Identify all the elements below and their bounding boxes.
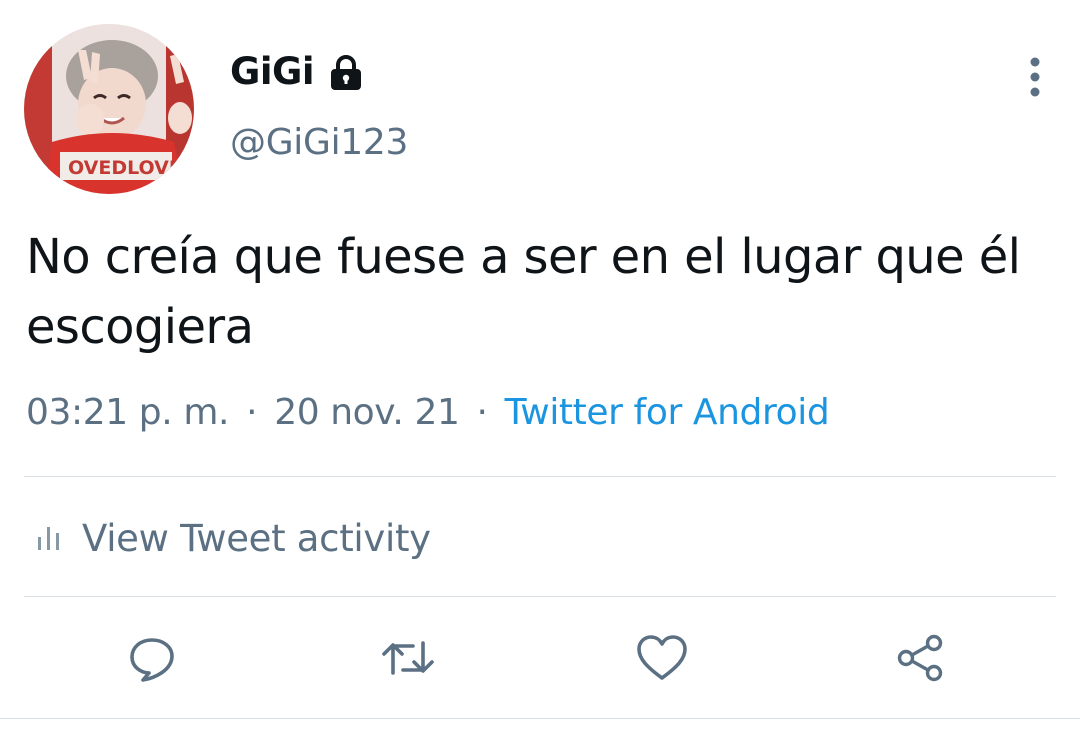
avatar-image: OVEDLOVE [24, 24, 194, 194]
retweet-icon [382, 641, 434, 675]
tweet-source-link[interactable]: Twitter for Android [505, 392, 830, 433]
bar-chart-icon [38, 527, 59, 550]
meta-separator: · [476, 392, 488, 433]
svg-text:OVEDLOVE: OVEDLOVE [68, 157, 182, 179]
view-tweet-activity-label: View Tweet activity [82, 516, 431, 560]
view-tweet-activity-button[interactable]: View Tweet activity [34, 512, 431, 564]
like-button[interactable] [632, 628, 692, 688]
username[interactable]: @GiGi123 [230, 122, 408, 163]
share-icon [897, 634, 943, 682]
reply-button[interactable] [122, 628, 182, 688]
display-name-text: GiGi [230, 50, 315, 93]
meta-separator: · [246, 392, 258, 433]
share-button[interactable] [890, 628, 950, 688]
retweet-button[interactable] [378, 628, 438, 688]
divider [24, 476, 1056, 477]
tweet-meta: 03:21 p. m. · 20 nov. 21 · Twitter for A… [26, 392, 830, 433]
divider [0, 718, 1080, 719]
more-vertical-icon [1030, 57, 1040, 97]
lock-icon [328, 54, 364, 92]
divider [24, 596, 1056, 597]
tweet-time[interactable]: 03:21 p. m. [26, 392, 229, 433]
avatar[interactable]: OVEDLOVE [24, 24, 194, 194]
tweet-detail: OVEDLOVE GiGi @GiGi123 No creía que fues… [0, 0, 1080, 734]
heart-icon [637, 635, 687, 680]
tweet-date[interactable]: 20 nov. 21 [274, 392, 460, 433]
display-name[interactable]: GiGi [230, 50, 364, 93]
tweet-text: No creía que fuese a ser en el lugar que… [26, 229, 1021, 355]
more-options-button[interactable] [1010, 52, 1060, 102]
reply-icon [130, 638, 174, 682]
